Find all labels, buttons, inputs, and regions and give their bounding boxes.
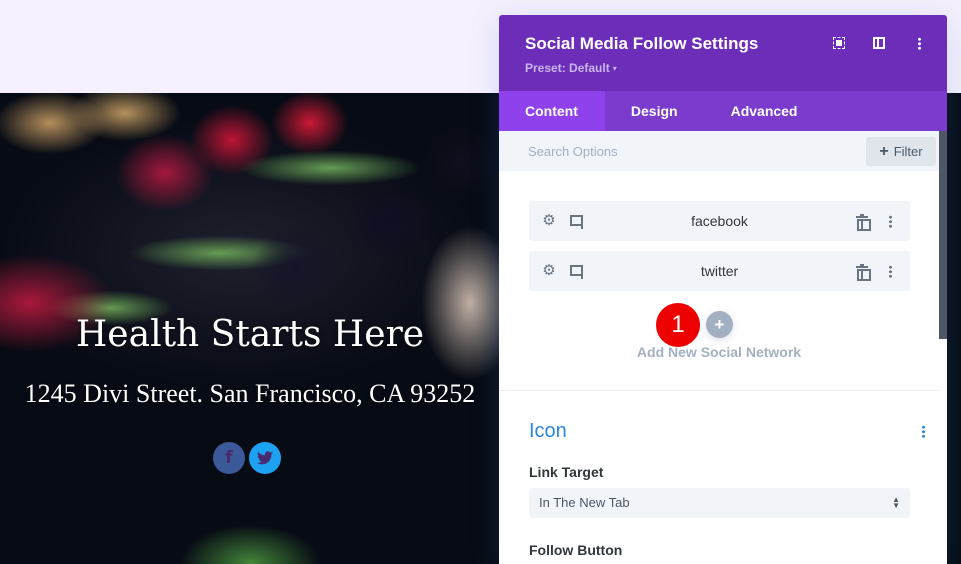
panel-header[interactable]: Social Media Follow Settings Preset: Def…: [499, 15, 947, 91]
delete-button[interactable]: [854, 263, 871, 281]
link-target-label: Link Target: [529, 464, 604, 480]
link-target-value: In The New Tab: [539, 495, 630, 510]
social-network-list: ⚙ facebook ⚙ twitter: [529, 201, 910, 301]
delete-button[interactable]: [854, 213, 871, 231]
settings-gear-icon[interactable]: ⚙: [541, 263, 557, 279]
section-more-icon[interactable]: [922, 425, 925, 438]
settings-panel: Social Media Follow Settings Preset: Def…: [499, 15, 947, 564]
item-label: twitter: [700, 263, 739, 279]
duplicate-button[interactable]: [569, 213, 585, 229]
social-follow-icons: f: [213, 442, 281, 474]
tab-advanced[interactable]: Advanced: [705, 91, 825, 131]
twitter-icon[interactable]: [249, 442, 281, 474]
more-options-icon: [888, 214, 892, 228]
panel-title: Social Media Follow Settings: [525, 34, 759, 53]
preset-label: Preset: Default: [525, 61, 610, 75]
item-more-button[interactable]: [882, 213, 898, 229]
preset-dropdown[interactable]: Preset: Default ▾: [525, 61, 617, 75]
item-more-button[interactable]: [882, 263, 898, 279]
item-label: facebook: [691, 213, 748, 229]
search-bar: + Filter: [499, 131, 947, 171]
follow-button-label: Follow Button: [529, 542, 623, 558]
hero-title: Health Starts Here: [75, 314, 425, 355]
trash-icon: [856, 214, 871, 231]
social-network-item-twitter[interactable]: ⚙ twitter: [529, 251, 910, 291]
step-number-badge: 1: [656, 303, 700, 347]
facebook-icon[interactable]: f: [213, 442, 245, 474]
expand-icon: [833, 37, 845, 49]
plus-icon: +: [879, 142, 889, 160]
more-options-button[interactable]: [911, 35, 927, 51]
split-view-icon: [873, 37, 885, 49]
tab-content[interactable]: Content: [499, 91, 605, 131]
duplicate-button[interactable]: [569, 263, 585, 279]
panel-scrollbar[interactable]: [939, 131, 947, 339]
panel-tabs: Content Design Advanced: [499, 91, 947, 131]
more-options-icon: [917, 36, 921, 50]
settings-gear-icon[interactable]: ⚙: [541, 213, 557, 229]
add-network-button[interactable]: +: [706, 311, 733, 338]
link-target-select[interactable]: In The New Tab ▲ ▼: [529, 488, 910, 518]
more-options-icon: [888, 264, 892, 278]
search-options-input[interactable]: [499, 131, 859, 171]
select-arrows-icon: ▲ ▼: [892, 495, 900, 510]
split-view-button[interactable]: [871, 35, 887, 51]
section-title-icon[interactable]: Icon: [529, 420, 567, 443]
twitter-bird-icon: [257, 451, 273, 465]
expand-button[interactable]: [831, 35, 847, 51]
tab-design[interactable]: Design: [605, 91, 705, 131]
trash-icon: [856, 264, 871, 281]
facebook-glyph: f: [225, 448, 233, 468]
add-network-label[interactable]: Add New Social Network: [499, 344, 939, 360]
filter-label: Filter: [893, 144, 923, 159]
duplicate-icon: [570, 265, 584, 279]
filter-button[interactable]: + Filter: [866, 137, 936, 166]
social-network-item-facebook[interactable]: ⚙ facebook: [529, 201, 910, 241]
caret-down-icon: ▾: [612, 64, 617, 73]
duplicate-icon: [570, 215, 584, 229]
section-divider: [499, 390, 939, 391]
hero-address: 1245 Divi Street. San Francisco, CA 9325…: [24, 379, 476, 408]
